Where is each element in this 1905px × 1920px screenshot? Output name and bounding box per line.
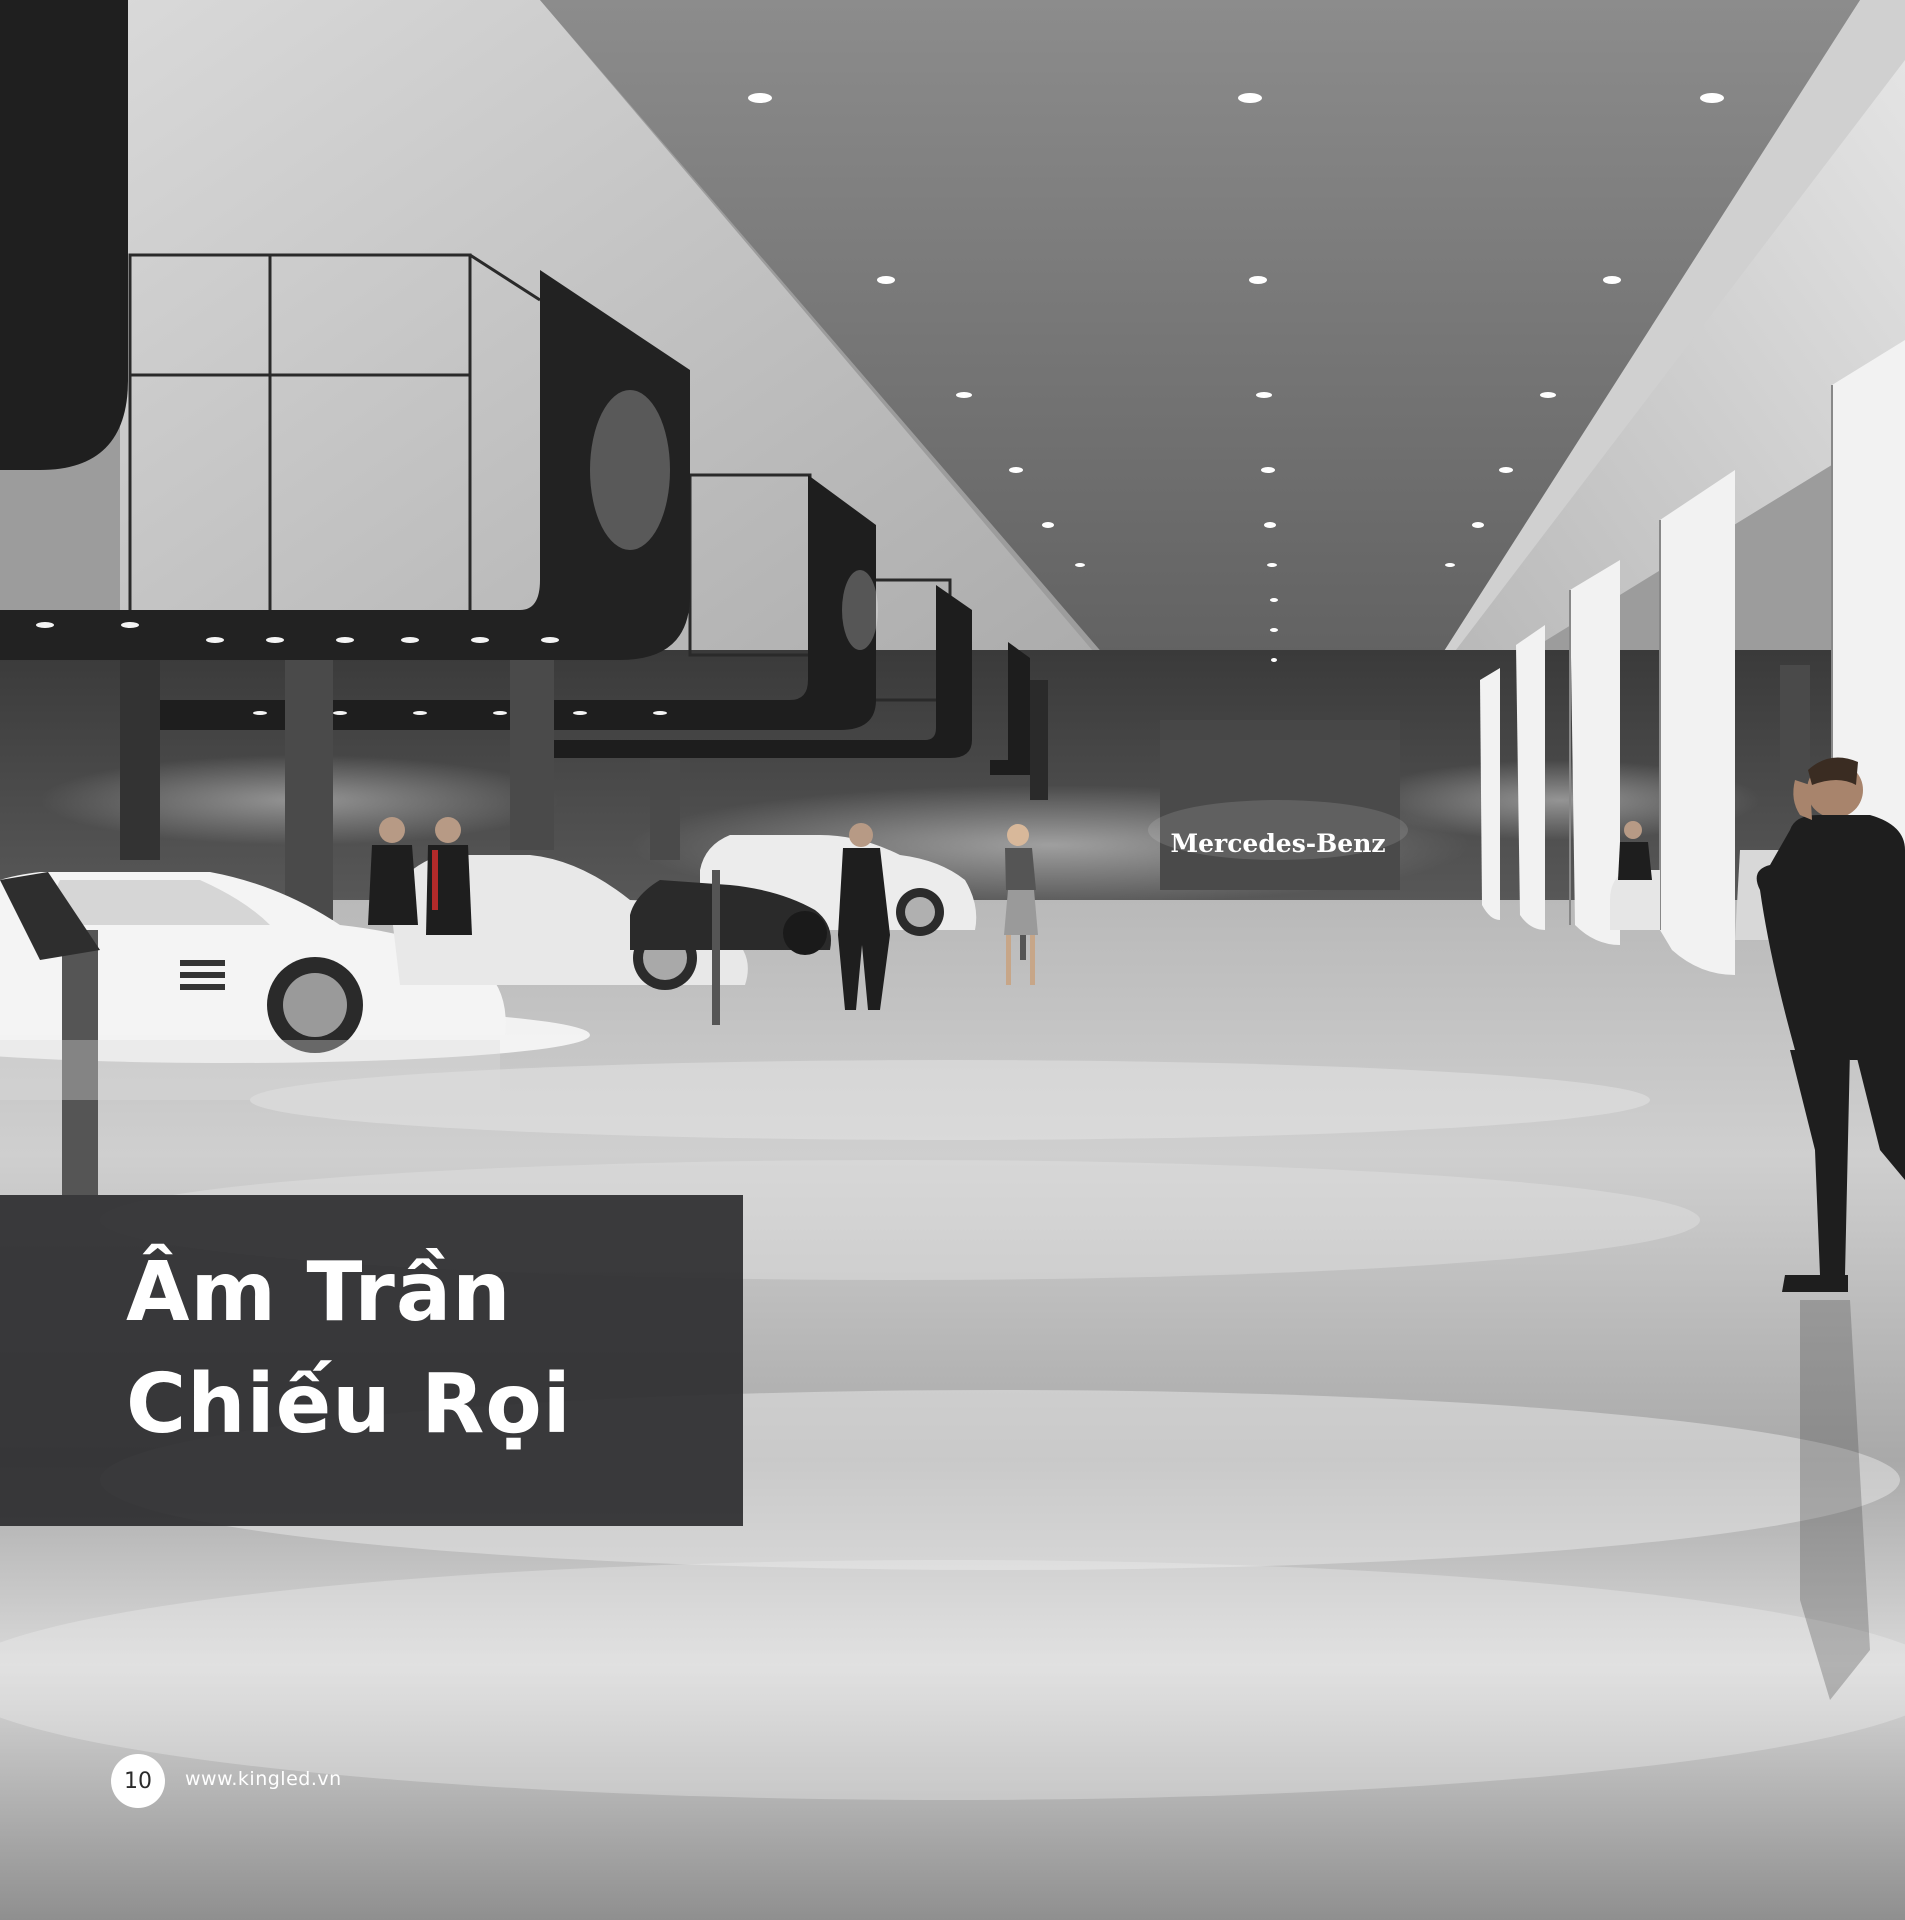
page-title-line-1: Âm Trần (126, 1245, 512, 1340)
showroom-photo: Mercedes-Benz (0, 0, 1905, 1920)
website-link[interactable]: www.kingled.vn (185, 1768, 342, 1790)
page-number: 10 (124, 1768, 152, 1794)
brochure-page: Mercedes-Benz Âm Trần Chiếu Rọi 10 www.k… (0, 0, 1905, 1920)
page-title-line-2: Chiếu Rọi (126, 1357, 572, 1452)
page-number-badge: 10 (111, 1754, 165, 1808)
